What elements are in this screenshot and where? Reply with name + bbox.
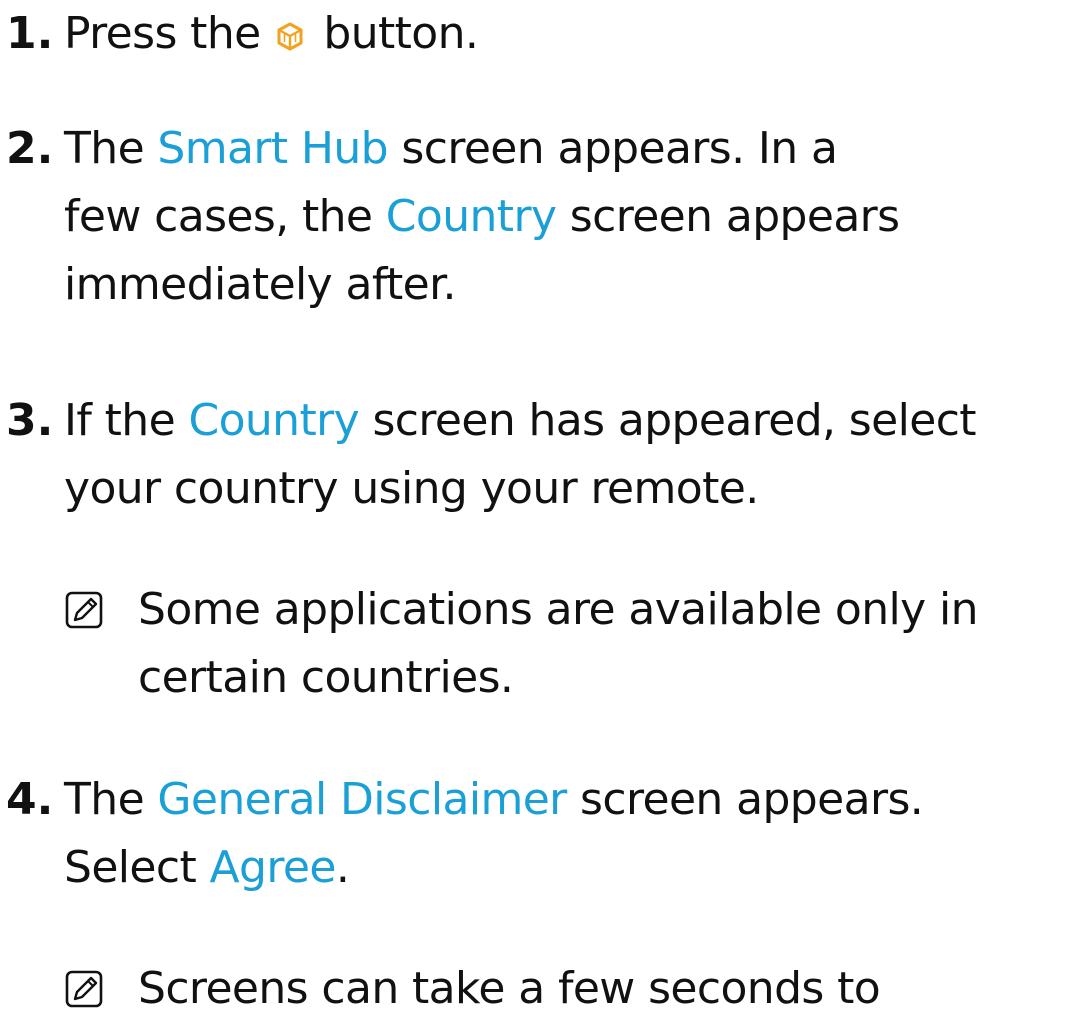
text-line: The Smart Hub screen appears. In a — [64, 115, 1074, 183]
note-text: Some applications are available only in … — [138, 576, 1077, 712]
step-number: 1. — [6, 8, 54, 59]
text-line: immediately after. — [64, 259, 457, 310]
step-text: If the Country screen has appeared, sele… — [64, 387, 1074, 523]
step-number: 4. — [6, 774, 54, 825]
step-text-segment: Press the — [64, 8, 274, 59]
text-line: Screens can take a few seconds to — [138, 963, 881, 1014]
step-text-segment: few cases, the — [64, 191, 386, 242]
note-pencil-icon — [65, 970, 103, 1008]
step-text-segment: The — [64, 123, 158, 174]
text-line: your country using your remote. — [64, 463, 759, 514]
step-text-segment: button. — [309, 8, 479, 59]
text-line: few cases, the Country screen appears — [64, 183, 1074, 251]
step-text-segment: screen appears — [556, 191, 900, 242]
country-link: Country — [385, 191, 557, 242]
text-line: The General Disclaimer screen appears. — [64, 766, 1074, 834]
step-number: 2. — [6, 123, 54, 174]
step-text: Press the button. — [64, 0, 1074, 68]
country-link: Country — [188, 395, 360, 446]
step-text: The General Disclaimer screen appears. S… — [64, 766, 1074, 902]
step-text-segment: screen has appeared, select — [359, 395, 976, 446]
step-text-segment: Select — [64, 842, 210, 893]
step-text: The Smart Hub screen appears. In a few c… — [64, 115, 1074, 319]
step-text-segment: . — [335, 842, 350, 893]
step-text-segment: screen appears. — [566, 774, 924, 825]
general-disclaimer-link: General Disclaimer — [157, 774, 567, 825]
step-text-segment: screen appears. In a — [388, 123, 838, 174]
text-line: Some applications are available only in — [138, 584, 978, 635]
smart-hub-cube-icon — [277, 22, 303, 51]
text-line: If the Country screen has appeared, sele… — [64, 387, 1074, 455]
text-line: Select Agree. — [64, 834, 1074, 902]
text-line: certain countries. — [138, 652, 514, 703]
step-text-segment: The — [64, 774, 158, 825]
step-number: 3. — [6, 395, 54, 446]
agree-link: Agree — [209, 842, 337, 893]
instruction-page: 1. Press the button. 2. The Smart Hub sc… — [0, 0, 1077, 1015]
step-text-segment: If the — [64, 395, 189, 446]
note-pencil-icon — [65, 591, 103, 629]
note-text: Screens can take a few seconds to — [138, 955, 1077, 1023]
smart-hub-link: Smart Hub — [157, 123, 389, 174]
